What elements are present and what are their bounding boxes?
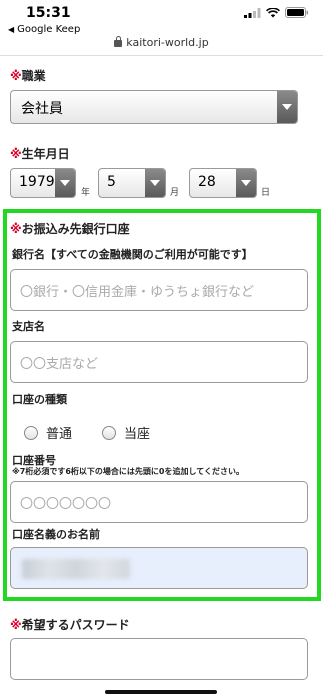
battery-icon bbox=[285, 7, 309, 18]
required-mark: ※ bbox=[10, 69, 22, 83]
radio-circle-icon bbox=[24, 425, 38, 440]
occupation-select[interactable]: 会社員 bbox=[10, 90, 298, 124]
home-indicator bbox=[105, 690, 217, 694]
birth-month-value: 5 bbox=[107, 174, 116, 190]
status-bar: 15:31 bbox=[0, 0, 323, 24]
branch-placeholder: 〇〇支店など bbox=[20, 357, 99, 372]
required-mark: ※ bbox=[10, 222, 22, 236]
signal-icon bbox=[244, 7, 261, 18]
birth-month-select[interactable]: 5 bbox=[98, 168, 166, 198]
bank-name-input[interactable]: 〇銀行・〇信用金庫・ゆうちょ銀行など bbox=[10, 269, 308, 311]
account-type-radio-toza[interactable]: 当座 bbox=[102, 423, 150, 442]
birth-day-select[interactable]: 28 bbox=[189, 168, 257, 198]
radio-circle-icon bbox=[102, 425, 116, 440]
birth-year-select[interactable]: 1979 bbox=[10, 168, 76, 198]
status-icons bbox=[244, 7, 309, 18]
month-unit: 月 bbox=[170, 188, 180, 198]
radio-label-toza: 当座 bbox=[124, 427, 151, 442]
day-unit: 日 bbox=[261, 188, 271, 198]
status-time: 15:31 bbox=[26, 5, 71, 21]
occupation-label: ※職業 bbox=[10, 69, 46, 83]
chevron-down-icon bbox=[55, 169, 75, 197]
account-number-input[interactable]: 〇〇〇〇〇〇〇 bbox=[10, 481, 308, 523]
account-type-radio-futsu[interactable]: 普通 bbox=[24, 423, 72, 442]
blurred-account-holder-name bbox=[22, 559, 130, 579]
birthdate-label: ※生年月日 bbox=[10, 147, 70, 161]
account-holder-label: 口座名義のお名前 bbox=[12, 528, 100, 541]
url-bar[interactable]: kaitori-world.jp bbox=[0, 36, 323, 49]
year-unit: 年 bbox=[81, 188, 91, 198]
bank-section-label: ※お振込み先銀行口座 bbox=[10, 222, 130, 236]
birth-day-value: 28 bbox=[198, 174, 216, 190]
chevron-down-icon bbox=[277, 91, 297, 123]
required-mark: ※ bbox=[10, 618, 22, 632]
bank-name-label: 銀行名【すべての金融機関のご利用が可能です】 bbox=[12, 248, 253, 261]
account-type-label: 口座の種類 bbox=[12, 393, 67, 406]
lock-icon bbox=[114, 36, 123, 47]
toolbar-divider bbox=[0, 55, 323, 56]
back-app-label: Google Keep bbox=[17, 24, 81, 35]
account-number-note: ※7桁必須です6桁以下の場合には先頭に0を追加してください。 bbox=[12, 467, 244, 476]
account-number-placeholder: 〇〇〇〇〇〇〇 bbox=[20, 497, 112, 512]
back-to-app-link[interactable]: ◀ Google Keep bbox=[8, 24, 80, 35]
radio-label-futsu: 普通 bbox=[46, 427, 73, 442]
wifi-icon bbox=[266, 7, 280, 17]
branch-label: 支店名 bbox=[12, 320, 45, 333]
chevron-down-icon bbox=[236, 169, 256, 197]
branch-input[interactable]: 〇〇支店など bbox=[10, 341, 308, 383]
birth-year-value: 1979 bbox=[19, 174, 55, 190]
url-domain: kaitori-world.jp bbox=[126, 36, 209, 49]
required-mark: ※ bbox=[10, 147, 22, 161]
occupation-selected-value: 会社員 bbox=[21, 101, 63, 117]
password-label: ※希望するパスワード bbox=[10, 618, 130, 632]
back-triangle-icon: ◀ bbox=[8, 25, 15, 34]
password-input[interactable] bbox=[10, 638, 308, 680]
bank-name-placeholder: 〇銀行・〇信用金庫・ゆうちょ銀行など bbox=[20, 285, 255, 300]
chevron-down-icon bbox=[145, 169, 165, 197]
